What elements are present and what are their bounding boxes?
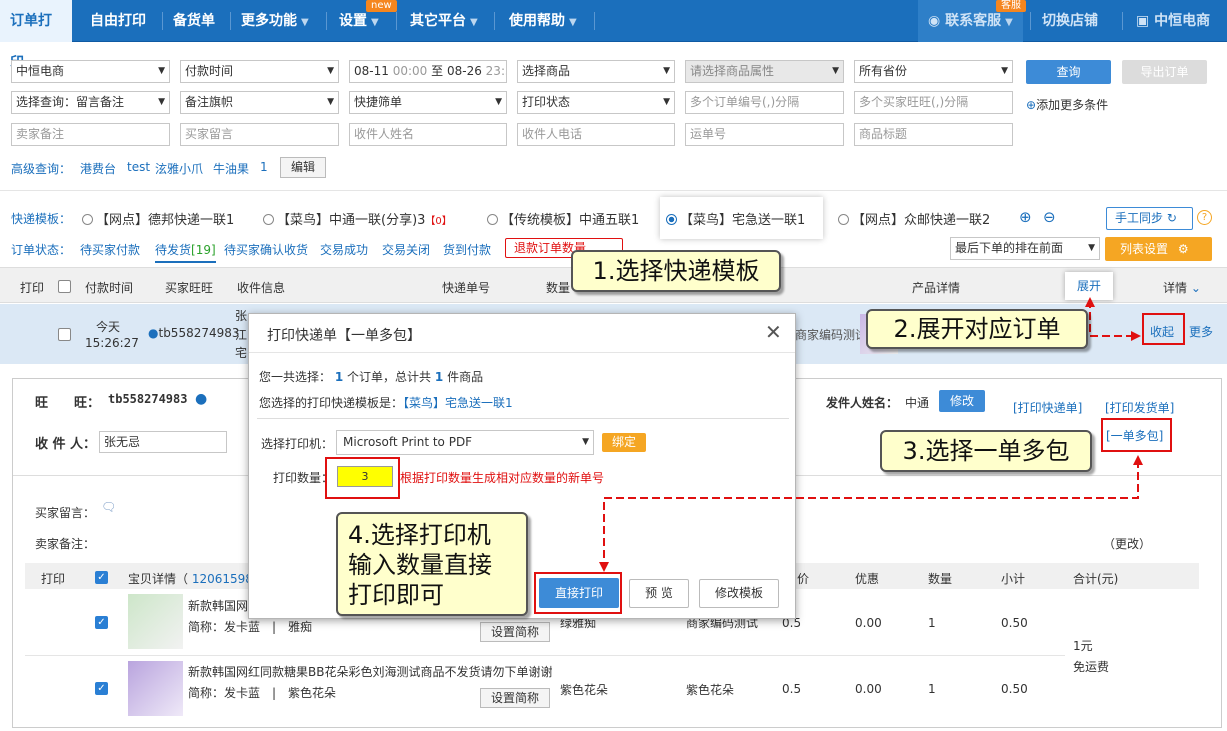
arrow-head xyxy=(1085,297,1095,307)
arrow-head xyxy=(1133,455,1143,465)
arrow-head xyxy=(599,562,609,572)
arrow-head xyxy=(1131,331,1141,341)
callout-step-4-line1: 4.选择打印机 xyxy=(348,521,491,549)
annotation-arrows xyxy=(599,297,1143,572)
callout-step-4-line2: 输入数量直接 xyxy=(348,551,492,579)
callout-step-1: 1.选择快递模板 xyxy=(571,250,781,292)
callout-step-2: 2.展开对应订单 xyxy=(866,309,1088,349)
arrow-expand-to-collapse xyxy=(1089,300,1138,337)
callout-step-4-line3: 打印即可 xyxy=(348,581,444,609)
callout-step-4: 4.选择打印机 输入数量直接 打印即可 xyxy=(336,512,528,616)
callout-step-3: 3.选择一单多包 xyxy=(880,430,1092,472)
arrow-print-to-multipack xyxy=(603,460,1139,570)
